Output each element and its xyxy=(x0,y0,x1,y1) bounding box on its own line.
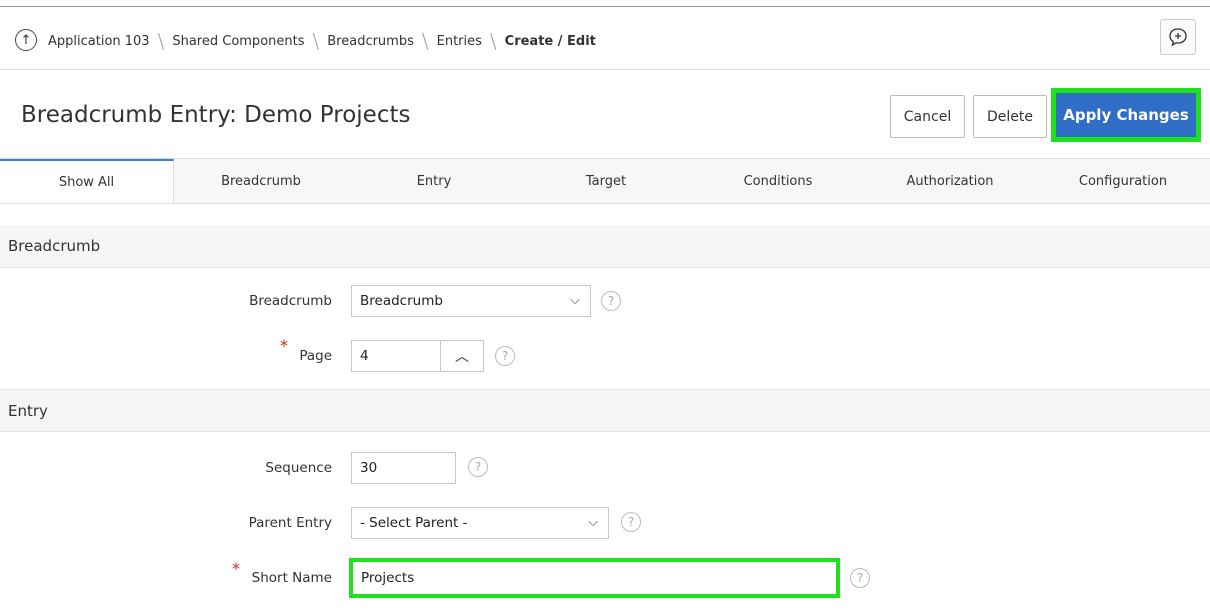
parent-entry-select[interactable]: - Select Parent - ⌵ xyxy=(351,507,609,539)
breadcrumb-select-value: Breadcrumb xyxy=(360,293,443,309)
sequence-input[interactable]: 30 xyxy=(351,452,456,484)
help-icon[interactable]: ? xyxy=(621,512,641,532)
breadcrumb-item-application[interactable]: Application 103 xyxy=(48,34,150,49)
tab-configuration[interactable]: Configuration xyxy=(1036,159,1210,203)
help-icon[interactable]: ? xyxy=(468,457,488,477)
arrow-up-icon[interactable]: ↑ xyxy=(15,29,37,51)
tab-conditions[interactable]: Conditions xyxy=(692,159,864,203)
breadcrumb-separator: \ xyxy=(312,29,320,53)
tab-authorization[interactable]: Authorization xyxy=(864,159,1036,203)
breadcrumb: Application 103 \ Shared Components \ Br… xyxy=(48,31,596,51)
chevron-down-icon: ⌵ xyxy=(570,293,580,308)
short-name-field-label: Short Name xyxy=(251,570,332,586)
required-indicator: * xyxy=(232,559,240,578)
help-icon[interactable]: ? xyxy=(850,568,870,588)
help-icon[interactable]: ? xyxy=(601,291,621,311)
breadcrumb-separator: \ xyxy=(489,29,497,53)
page-field-label: Page xyxy=(299,348,332,364)
tab-bar: Show All Breadcrumb Entry Target Conditi… xyxy=(0,158,1210,204)
parent-entry-field-label: Parent Entry xyxy=(248,515,332,531)
delete-button[interactable]: Delete xyxy=(973,95,1047,138)
breadcrumb-bar: ↑ Application 103 \ Shared Components \ … xyxy=(0,6,1210,70)
tab-breadcrumb[interactable]: Breadcrumb xyxy=(174,159,348,203)
tab-entry[interactable]: Entry xyxy=(348,159,520,203)
page-title: Breadcrumb Entry: Demo Projects xyxy=(21,102,411,128)
breadcrumb-separator: \ xyxy=(157,29,165,53)
comment-plus-icon xyxy=(1169,28,1187,47)
parent-entry-select-value: - Select Parent - xyxy=(360,515,468,531)
required-indicator: * xyxy=(280,336,288,355)
chevron-up-icon: ︿ xyxy=(455,349,469,365)
tab-target[interactable]: Target xyxy=(520,159,692,203)
breadcrumb-select[interactable]: Breadcrumb ⌵ xyxy=(351,285,591,317)
page-popup-button[interactable]: ︿ xyxy=(440,340,484,372)
feedback-button[interactable] xyxy=(1160,19,1196,55)
breadcrumb-item-shared-components[interactable]: Shared Components xyxy=(172,34,304,49)
breadcrumb-item-breadcrumbs[interactable]: Breadcrumbs xyxy=(327,34,414,49)
tab-show-all[interactable]: Show All xyxy=(0,159,174,203)
breadcrumb-field-label: Breadcrumb xyxy=(249,293,332,309)
apply-changes-button[interactable]: Apply Changes xyxy=(1051,88,1201,142)
cancel-button[interactable]: Cancel xyxy=(890,95,965,138)
breadcrumb-current: Create / Edit xyxy=(504,33,596,49)
chevron-down-icon: ⌵ xyxy=(588,515,598,530)
short-name-input[interactable]: Projects xyxy=(349,558,840,598)
section-heading-entry[interactable]: Entry xyxy=(0,389,1210,432)
breadcrumb-item-entries[interactable]: Entries xyxy=(437,34,482,49)
page-input[interactable]: 4 xyxy=(351,340,441,372)
section-heading-breadcrumb[interactable]: Breadcrumb xyxy=(0,225,1210,268)
sequence-field-label: Sequence xyxy=(265,460,332,476)
help-icon[interactable]: ? xyxy=(495,346,515,366)
breadcrumb-separator: \ xyxy=(421,29,429,53)
